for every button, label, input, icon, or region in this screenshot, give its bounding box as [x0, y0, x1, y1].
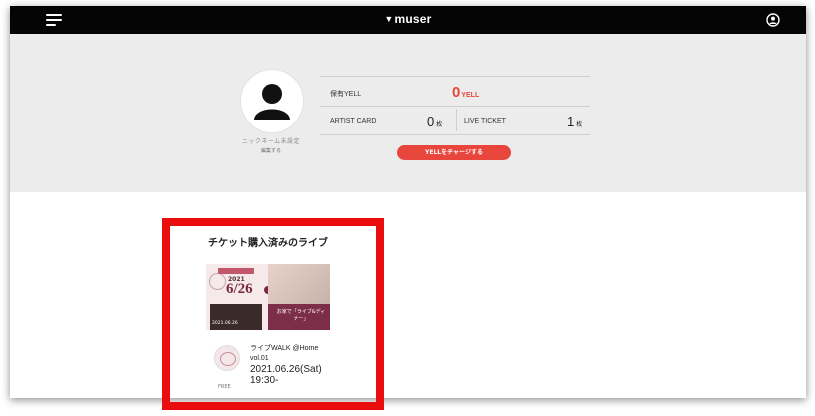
nickname-text: ニックネーム未設定 — [241, 138, 301, 145]
live-ticket-number: 1 — [567, 114, 575, 129]
muser-logo[interactable]: ▼muser — [10, 12, 806, 26]
artist-card-number: 0 — [427, 114, 435, 129]
live-ticket-count: 1枚 — [567, 114, 582, 129]
artist-card-label: ARTIST CARD — [330, 118, 377, 125]
yell-balance-value: 0YELL — [452, 84, 479, 102]
artist-card-count: 0枚 — [427, 114, 442, 129]
charge-yell-button[interactable]: YELLをチャージする — [397, 145, 511, 160]
app-window: ▼muser ニックネーム未設定 編集する 保有YELL 0YELL ARTIS… — [10, 6, 806, 398]
logo-text: muser — [394, 12, 432, 26]
yell-unit: YELL — [461, 92, 480, 99]
divider — [320, 106, 590, 107]
top-navigation-bar: ▼muser — [10, 6, 806, 34]
divider — [320, 76, 590, 77]
avatar — [240, 69, 304, 133]
artist-card-unit: 枚 — [436, 122, 443, 128]
edit-profile-link[interactable]: 編集する — [210, 147, 332, 154]
live-ticket-unit: 枚 — [576, 122, 583, 128]
yell-balance-label: 保有YELL — [330, 91, 362, 98]
logo-mark: ▼ — [384, 14, 394, 24]
account-circle-icon[interactable] — [766, 12, 780, 27]
live-ticket-label: LIVE TICKET — [464, 118, 506, 125]
red-highlight-box — [162, 218, 384, 410]
profile-summary: ニックネーム未設定 編集する 保有YELL 0YELL ARTIST CARD … — [10, 34, 806, 192]
vertical-divider — [456, 109, 457, 131]
yell-balance-number: 0 — [452, 84, 461, 101]
divider — [320, 134, 590, 135]
